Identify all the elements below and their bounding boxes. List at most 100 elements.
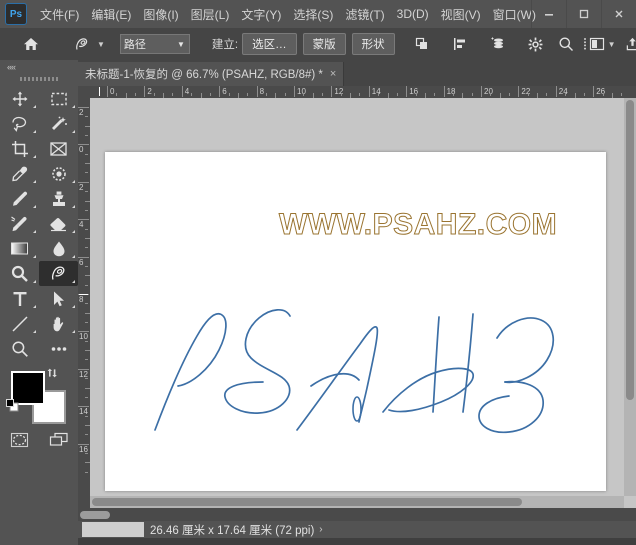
collapse-toolbar-button[interactable]: ««	[0, 60, 78, 74]
ruler-minor-tick	[85, 135, 88, 137]
status-scroll-track[interactable]	[78, 508, 636, 521]
line-tool[interactable]	[0, 311, 39, 336]
ruler-minor-tick	[434, 93, 436, 96]
horizontal-scrollbar-thumb[interactable]	[92, 498, 522, 506]
zoom-tool[interactable]	[0, 336, 39, 361]
share-icon[interactable]	[618, 32, 636, 56]
screen-mode-button[interactable]	[39, 427, 78, 453]
ruler-minor-tick	[340, 93, 342, 96]
move-tool[interactable]	[0, 86, 39, 111]
ruler-minor-tick	[415, 93, 417, 96]
ruler-minor-tick	[116, 93, 118, 96]
ruler-minor-tick	[85, 471, 88, 473]
vertical-scrollbar-thumb[interactable]	[626, 100, 634, 400]
ruler-minor-tick	[621, 93, 623, 96]
ruler-minor-tick	[85, 265, 88, 267]
make-shape-button[interactable]: 形状	[351, 33, 395, 55]
canvas-vertical-scrollbar[interactable]	[624, 98, 636, 496]
rectangular-marquee-tool[interactable]	[39, 86, 78, 111]
document-size-info: 26.46 厘米 x 17.64 厘米 (72 ppi)	[150, 524, 315, 537]
spot-healing-brush-tool[interactable]	[39, 161, 78, 186]
path-mode-value: 路径	[123, 39, 146, 51]
canvas-horizontal-scrollbar[interactable]	[90, 496, 624, 508]
maximize-button[interactable]	[566, 0, 601, 28]
workspace-chevron-down-icon[interactable]: ▼	[608, 40, 616, 49]
color-swatches	[0, 365, 78, 424]
brush-tool[interactable]	[0, 186, 39, 211]
document-tab[interactable]: 未标题-1-恢复的 @ 66.7% (PSAHZ, RGB/8#) * ×	[78, 62, 345, 86]
menu-edit[interactable]: 编辑(E)	[85, 2, 137, 27]
blur-tool[interactable]	[39, 236, 78, 261]
make-selection-button[interactable]: 选区…	[242, 33, 297, 55]
type-tool[interactable]	[0, 286, 39, 311]
window-controls	[531, 0, 636, 28]
history-brush-tool[interactable]	[0, 211, 39, 236]
menu-bar: Ps 文件(F) 编辑(E) 图像(I) 图层(L) 文字(Y) 选择(S) 滤…	[0, 0, 636, 29]
pen-tool[interactable]	[39, 261, 78, 286]
search-icon[interactable]	[551, 32, 581, 56]
make-mask-button[interactable]: 蒙版	[302, 33, 346, 55]
home-icon[interactable]	[16, 32, 46, 56]
menu-layer[interactable]: 图层(L)	[185, 2, 236, 27]
ruler-minor-tick	[85, 303, 88, 305]
dodge-tool[interactable]	[0, 261, 39, 286]
status-scroll-thumb[interactable]	[80, 511, 110, 519]
menu-select[interactable]: 选择(S)	[287, 2, 339, 27]
workspace-switcher-icon[interactable]	[581, 32, 607, 56]
tool-preset-chevron-down-icon[interactable]: ▼	[97, 40, 105, 49]
gradient-tool[interactable]	[0, 236, 39, 261]
path-arrangement-icon[interactable]	[483, 32, 513, 56]
clone-stamp-tool[interactable]	[39, 186, 78, 211]
status-row: 26.46 厘米 x 17.64 厘米 (72 ppi) ›	[78, 521, 636, 538]
zoom-level-input[interactable]	[82, 522, 144, 537]
path-operations-icon[interactable]	[407, 32, 437, 56]
close-button[interactable]	[601, 0, 636, 28]
path-mode-select[interactable]: 路径 ▼	[119, 34, 190, 54]
menu-filter[interactable]: 滤镜(T)	[339, 2, 390, 27]
document-canvas[interactable]: WWW.PSAHZ.COM	[105, 152, 606, 491]
toolbar-bottom-buttons	[0, 427, 78, 453]
ruler-cursor-marker	[79, 294, 88, 295]
path-selection-tool[interactable]	[39, 286, 78, 311]
gear-icon[interactable]	[521, 32, 551, 56]
minimize-button[interactable]	[531, 0, 566, 28]
menu-image[interactable]: 图像(I)	[137, 2, 184, 27]
canvas-area[interactable]: WWW.PSAHZ.COM	[90, 98, 636, 508]
ruler-minor-tick	[85, 322, 88, 324]
menu-view[interactable]: 视图(V)	[435, 2, 487, 27]
ruler-minor-tick	[490, 93, 492, 96]
ruler-minor-tick	[85, 247, 88, 249]
frame-tool[interactable]	[39, 136, 78, 161]
magic-wand-tool[interactable]	[39, 111, 78, 136]
ruler-minor-tick	[546, 93, 548, 96]
ruler-minor-tick	[85, 116, 88, 118]
pen-tool-icon[interactable]	[66, 32, 96, 56]
eraser-tool[interactable]	[39, 211, 78, 236]
default-colors-icon[interactable]	[6, 399, 19, 417]
ruler-minor-tick	[509, 93, 511, 96]
ruler-minor-tick	[565, 93, 567, 96]
path-alignment-icon[interactable]	[445, 32, 475, 56]
menu-type[interactable]: 文字(Y)	[235, 2, 287, 27]
quick-mask-button[interactable]	[0, 427, 39, 453]
ruler-minor-tick	[452, 93, 454, 96]
menu-3d[interactable]: 3D(D)	[391, 3, 435, 25]
edit-toolbar-tool[interactable]	[39, 336, 78, 361]
menu-file[interactable]: 文件(F)	[34, 2, 85, 27]
signature-path[interactable]	[145, 302, 575, 442]
tool-list	[0, 84, 78, 361]
status-expand-arrow[interactable]: ›	[319, 524, 322, 535]
swap-colors-icon[interactable]	[45, 367, 59, 386]
crop-tool[interactable]	[0, 136, 39, 161]
ruler-label: 8	[259, 87, 265, 96]
document-tab-title: 未标题-1-恢复的 @ 66.7% (PSAHZ, RGB/8#) *	[85, 69, 323, 81]
hand-tool[interactable]	[39, 311, 78, 336]
ruler-minor-tick	[527, 93, 529, 96]
ruler-minor-tick	[85, 209, 88, 211]
ruler-minor-tick	[85, 452, 88, 454]
toolbar-drag-handle[interactable]	[0, 74, 78, 84]
eyedropper-tool[interactable]	[0, 161, 39, 186]
lasso-tool[interactable]	[0, 111, 39, 136]
close-icon[interactable]: ×	[330, 68, 336, 80]
ruler-label: 2	[79, 108, 84, 117]
